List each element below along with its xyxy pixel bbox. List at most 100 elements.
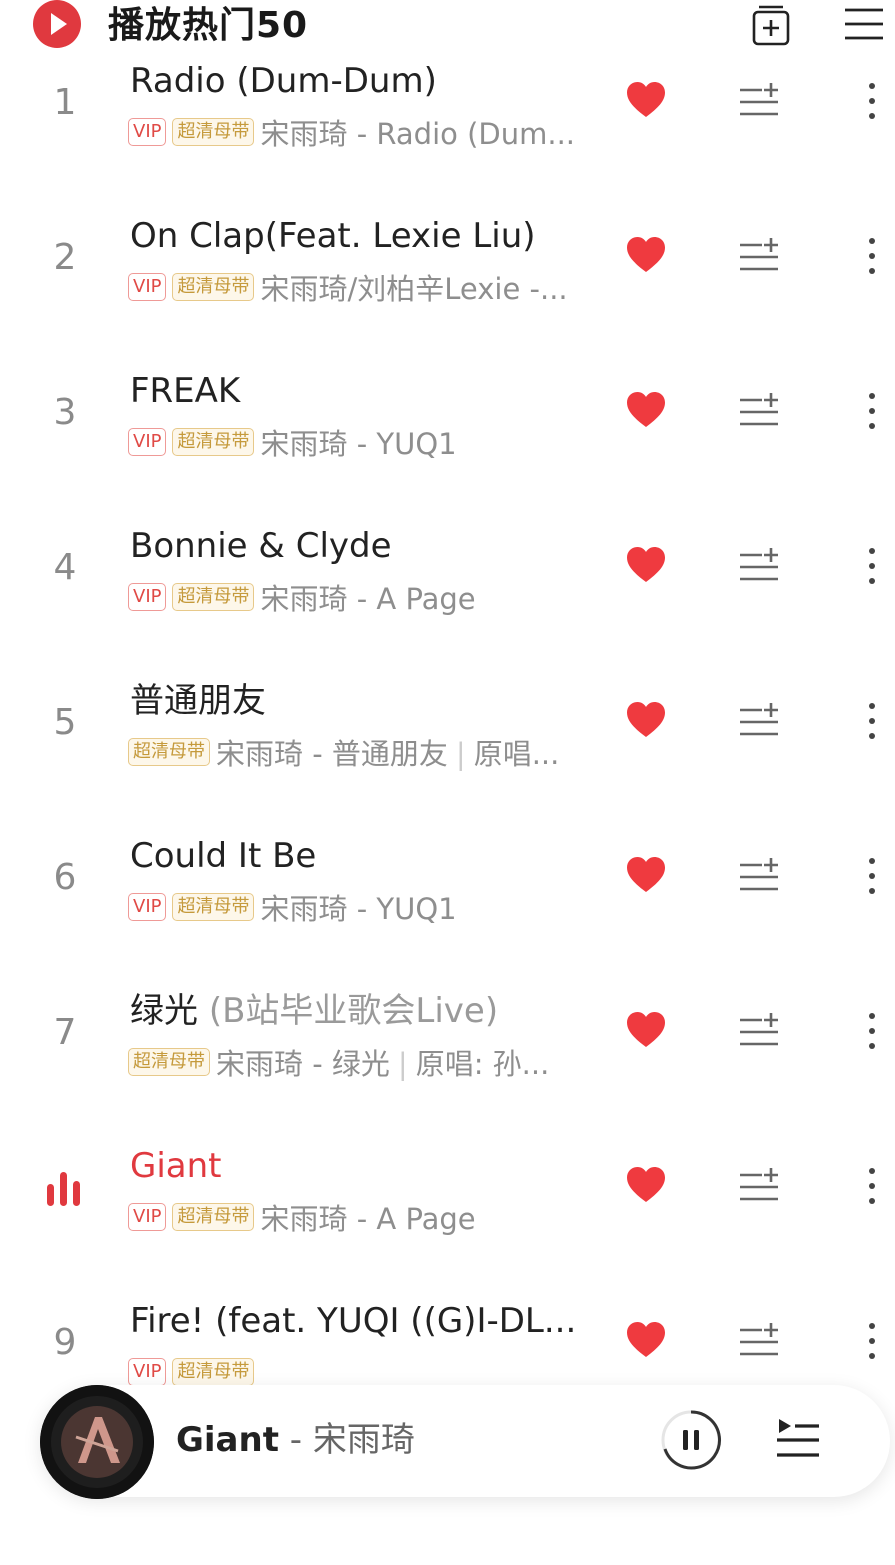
add-to-queue-icon[interactable] [738, 1010, 780, 1050]
heart-icon[interactable] [625, 1320, 667, 1360]
song-artist-album: 宋雨琦 - YUQ1 [260, 421, 593, 463]
song-title-text: FREAK [130, 371, 241, 411]
song-title[interactable]: Fire! (feat. YUQI ((G)I-DL... [130, 1298, 600, 1344]
song-row[interactable]: 1 Radio (Dum-Dum) VIP 超清母带 宋雨琦 - Radio (Dum.… [0, 55, 895, 180]
quality-badge: 超清母带 [172, 273, 255, 301]
song-title-text: Giant [130, 1146, 222, 1186]
song-row[interactable]: 3 FREAK VIP 超清母带 宋雨琦 - YUQ1 [0, 335, 895, 490]
meta-separator: | [397, 1047, 408, 1081]
song-title[interactable]: Bonnie & Clyde [130, 523, 600, 569]
song-meta: 超清母带 宋雨琦 - 绿光 | 原唱: 孙... [128, 1041, 593, 1083]
menu-icon[interactable] [842, 2, 886, 46]
song-row[interactable]: 9 Fire! (feat. YUQI ((G)I-DL... VIP 超清母带 [0, 1265, 895, 1385]
more-vertical-icon[interactable] [860, 1010, 884, 1052]
album-cover[interactable] [40, 1385, 154, 1499]
add-to-queue-icon[interactable] [738, 235, 780, 275]
song-title-text: Radio (Dum-Dum) [130, 61, 437, 101]
more-vertical-icon[interactable] [860, 80, 884, 122]
heart-icon[interactable] [625, 855, 667, 895]
heart-icon[interactable] [625, 1165, 667, 1205]
song-artist-text: 宋雨琦 - A Page [260, 1202, 476, 1236]
song-list: 1 Radio (Dum-Dum) VIP 超清母带 宋雨琦 - Radio (Dum.… [0, 55, 895, 1385]
mini-player: Giant - 宋雨琦 [0, 1385, 895, 1565]
playlist-icon[interactable] [773, 1415, 823, 1461]
song-title[interactable]: Giant [130, 1143, 600, 1189]
song-title[interactable]: Radio (Dum-Dum) [130, 58, 600, 104]
song-meta: VIP 超清母带 宋雨琦 - A Page [128, 1196, 593, 1238]
song-artist-album: 宋雨琦 - 普通朋友 | 原唱... [216, 731, 593, 773]
song-row[interactable]: 6 Could It Be VIP 超清母带 宋雨琦 - YUQ1 [0, 800, 895, 955]
add-to-queue-icon[interactable] [738, 1165, 780, 1205]
song-row[interactable]: Giant VIP 超清母带 宋雨琦 - A Page [0, 1110, 895, 1265]
heart-icon[interactable] [625, 80, 667, 120]
vip-badge: VIP [128, 583, 167, 611]
song-artist-text: 宋雨琦 - YUQ1 [260, 427, 457, 461]
song-rank: 2 [53, 237, 77, 278]
more-vertical-icon[interactable] [860, 545, 884, 587]
song-rank: 4 [53, 547, 77, 588]
song-original-singer: 原唱: 孙... [415, 1047, 550, 1081]
song-original-singer: 原唱... [473, 737, 560, 771]
song-rank: 6 [53, 857, 77, 898]
quality-badge: 超清母带 [128, 738, 210, 766]
add-to-playlist-icon[interactable] [750, 2, 794, 46]
song-title[interactable]: 普通朋友 [130, 678, 600, 724]
song-meta: VIP 超清母带 宋雨琦 - Radio (Dum... [128, 111, 593, 153]
song-title-suffix: (B站毕业歌会Live) [208, 991, 499, 1031]
song-title[interactable]: 绿光 (B站毕业歌会Live) [130, 988, 600, 1034]
song-title[interactable]: Could It Be [130, 833, 600, 879]
vip-badge: VIP [128, 118, 167, 146]
now-playing-song: Giant [176, 1420, 279, 1460]
song-title-text: Bonnie & Clyde [130, 526, 392, 566]
more-vertical-icon[interactable] [860, 1320, 884, 1362]
song-meta: VIP 超清母带 宋雨琦 - YUQ1 [128, 421, 593, 463]
song-row[interactable]: 4 Bonnie & Clyde VIP 超清母带 宋雨琦 - A Page [0, 490, 895, 645]
vip-badge: VIP [128, 273, 167, 301]
song-artist-text: 宋雨琦 - YUQ1 [260, 892, 457, 926]
song-row[interactable]: 5 普通朋友超清母带 宋雨琦 - 普通朋友 | 原唱... [0, 645, 895, 800]
song-meta: VIP 超清母带 宋雨琦 - YUQ1 [128, 886, 593, 928]
equalizer-bars-icon [44, 1170, 84, 1206]
song-artist-text: 宋雨琦/刘柏辛Lexie -... [260, 272, 568, 306]
song-title-text: On Clap(Feat. Lexie Liu) [130, 216, 536, 256]
add-to-queue-icon[interactable] [738, 1320, 780, 1360]
song-meta: VIP 超清母带 宋雨琦 - A Page [128, 576, 593, 618]
now-playing-artist: - 宋雨琦 [278, 1420, 415, 1460]
heart-icon[interactable] [625, 700, 667, 740]
more-vertical-icon[interactable] [860, 855, 884, 897]
quality-badge: 超清母带 [172, 118, 255, 146]
add-to-queue-icon[interactable] [738, 390, 780, 430]
heart-icon[interactable] [625, 235, 667, 275]
song-title-text: Could It Be [130, 836, 317, 876]
heart-icon[interactable] [625, 545, 667, 585]
add-to-queue-icon[interactable] [738, 700, 780, 740]
more-vertical-icon[interactable] [860, 390, 884, 432]
song-title-text: Fire! (feat. YUQI ((G)I-DL... [130, 1301, 577, 1341]
quality-badge: 超清母带 [172, 428, 255, 456]
song-title[interactable]: On Clap(Feat. Lexie Liu) [130, 213, 600, 259]
heart-icon[interactable] [625, 390, 667, 430]
meta-separator: | [455, 737, 466, 771]
add-to-queue-icon[interactable] [738, 80, 780, 120]
quality-badge: 超清母带 [172, 583, 255, 611]
now-playing-title[interactable]: Giant - 宋雨琦 [176, 1415, 415, 1465]
mini-player-bar[interactable]: Giant - 宋雨琦 [40, 1385, 890, 1499]
song-row[interactable]: 7 绿光 (B站毕业歌会Live) 超清母带 宋雨琦 - 绿光 | 原唱: 孙... [0, 955, 895, 1110]
pause-icon[interactable] [660, 1409, 722, 1471]
song-artist-album: 宋雨琦 - Radio (Dum... [260, 111, 593, 153]
more-vertical-icon[interactable] [860, 1165, 884, 1207]
more-vertical-icon[interactable] [860, 700, 884, 742]
song-rank: 5 [53, 702, 77, 743]
vip-badge: VIP [128, 1358, 167, 1385]
heart-icon[interactable] [625, 1010, 667, 1050]
song-title-text: 绿光 [130, 991, 198, 1031]
song-row[interactable]: 2 On Clap(Feat. Lexie Liu) VIP 超清母带 宋雨琦/刘柏辛L… [0, 180, 895, 335]
add-to-queue-icon[interactable] [738, 545, 780, 585]
add-to-queue-icon[interactable] [738, 855, 780, 895]
song-meta: 超清母带 宋雨琦 - 普通朋友 | 原唱... [128, 731, 593, 773]
song-title[interactable]: FREAK [130, 368, 600, 414]
song-title-text: 普通朋友 [130, 681, 266, 721]
page-title: 播放热门50 [108, 5, 309, 46]
more-vertical-icon[interactable] [860, 235, 884, 277]
quality-badge: 超清母带 [172, 893, 255, 921]
